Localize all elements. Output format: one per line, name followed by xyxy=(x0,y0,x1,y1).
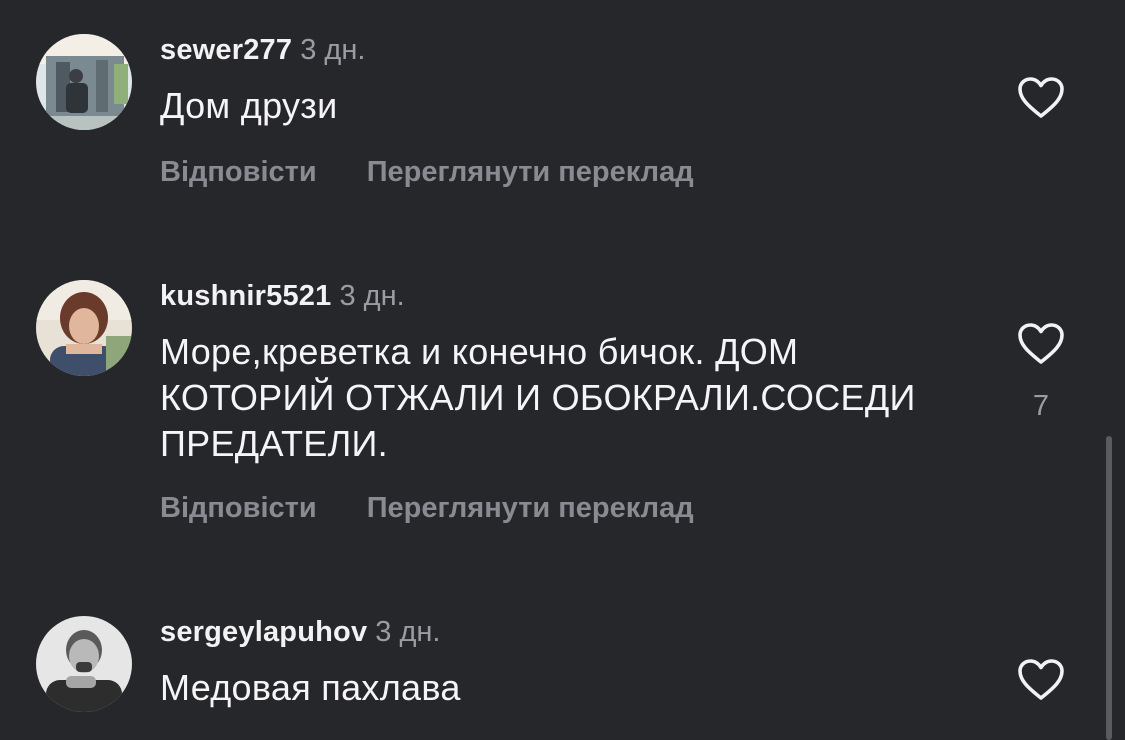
reply-button[interactable]: Відповісти xyxy=(160,152,317,192)
like-count: 7 xyxy=(1032,390,1050,422)
avatar[interactable] xyxy=(36,616,132,712)
comment-text: Медовая пахлава xyxy=(160,667,461,708)
like-control: 7 xyxy=(1016,322,1066,423)
comment-actions: Відповісти Переглянути переклад xyxy=(160,488,694,528)
avatar-photo xyxy=(36,280,132,376)
avatar-photo xyxy=(36,616,132,712)
like-control xyxy=(1016,76,1066,120)
avatar-photo xyxy=(36,34,132,130)
timestamp: 3 дн. xyxy=(375,616,441,648)
comment-actions: Відповісти Переглянути переклад xyxy=(160,152,694,192)
comment-text: Дом друзи xyxy=(160,85,338,126)
timestamp: 3 дн. xyxy=(300,34,366,66)
reply-button[interactable]: Відповісти xyxy=(160,488,317,528)
avatar[interactable] xyxy=(36,34,132,130)
comment-header: sergeylapuhov 3 дн. xyxy=(160,612,440,652)
username[interactable]: sewer277 xyxy=(160,34,292,66)
comment-text: Море,креветка и конечно бичок. ДОМ КОТОР… xyxy=(160,331,916,464)
timestamp: 3 дн. xyxy=(339,280,405,312)
scrollbar[interactable] xyxy=(1106,436,1112,740)
avatar[interactable] xyxy=(36,280,132,376)
see-translation-button[interactable]: Переглянути переклад xyxy=(367,152,694,192)
username[interactable]: kushnir5521 xyxy=(160,280,331,312)
comment-header: kushnir5521 3 дн. xyxy=(160,276,405,316)
heart-outline-icon[interactable] xyxy=(1017,76,1065,120)
heart-outline-icon[interactable] xyxy=(1017,658,1065,702)
username[interactable]: sergeylapuhov xyxy=(160,616,367,648)
see-translation-button[interactable]: Переглянути переклад xyxy=(367,488,694,528)
like-control xyxy=(1016,658,1066,702)
comment-header: sewer277 3 дн. xyxy=(160,30,365,70)
heart-outline-icon[interactable] xyxy=(1017,322,1065,366)
